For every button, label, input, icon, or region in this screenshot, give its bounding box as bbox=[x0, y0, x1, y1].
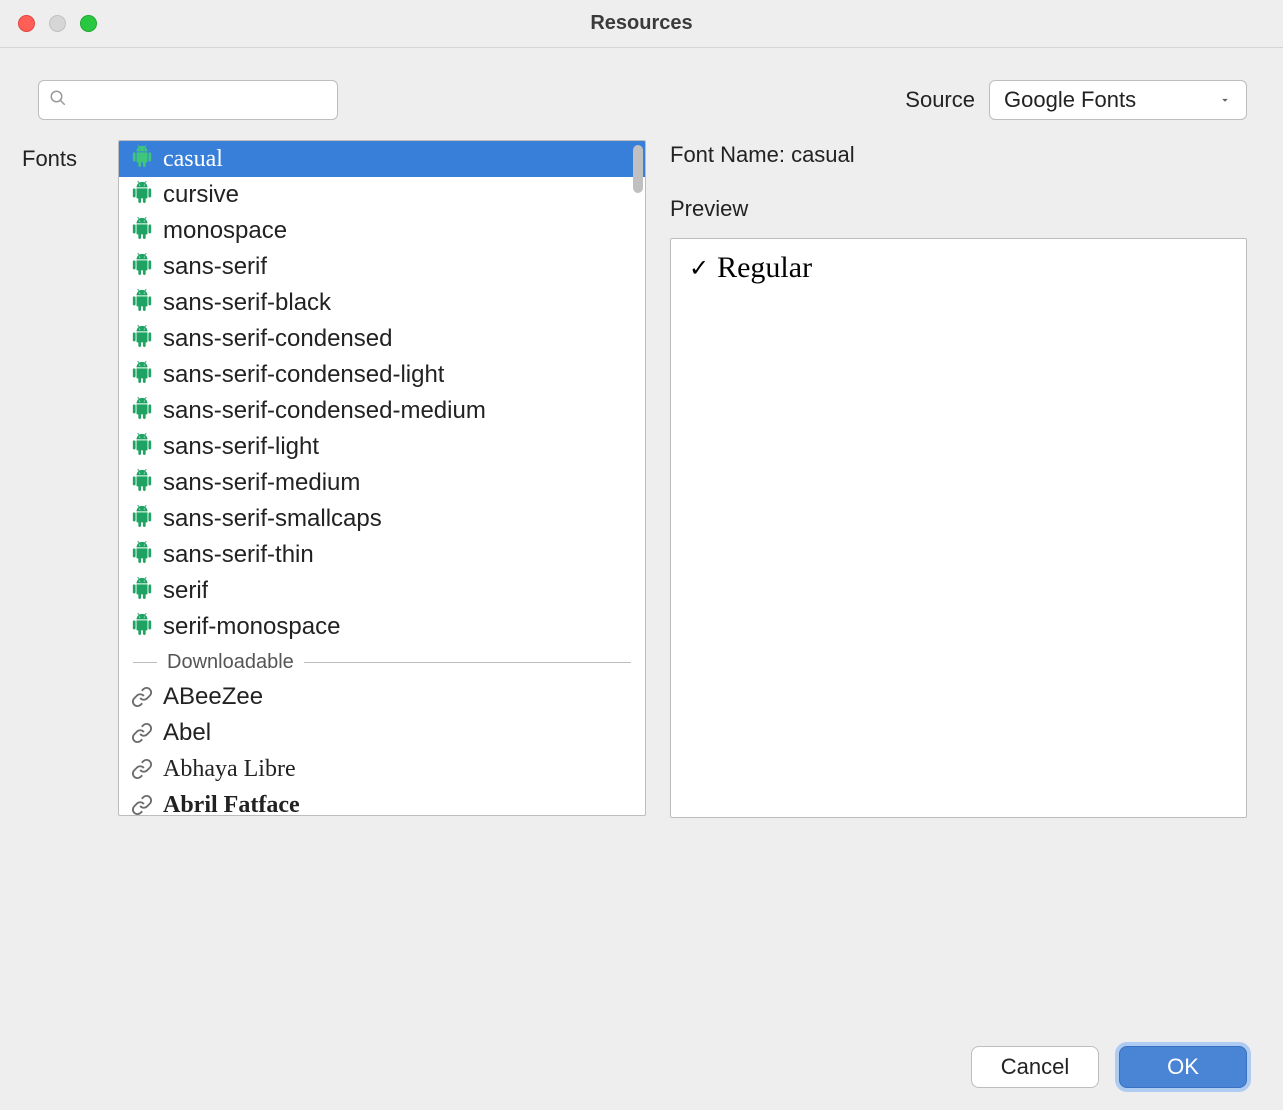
fonts-label: Fonts bbox=[22, 140, 100, 818]
font-item-label: sans-serif-condensed-light bbox=[163, 361, 444, 389]
check-icon: ✓ bbox=[689, 254, 709, 283]
downloadable-label: Downloadable bbox=[167, 651, 294, 674]
font-item[interactable]: cursive bbox=[119, 177, 645, 213]
font-item-label: serif-monospace bbox=[163, 613, 340, 641]
android-icon bbox=[131, 289, 153, 318]
font-item-label: Abel bbox=[163, 719, 211, 747]
search-input-wrap[interactable] bbox=[38, 80, 338, 120]
font-item[interactable]: Abhaya Libre bbox=[119, 751, 645, 787]
font-item[interactable]: Abril Fatface bbox=[119, 787, 645, 815]
font-item-label: cursive bbox=[163, 181, 239, 209]
font-item[interactable]: serif bbox=[119, 573, 645, 609]
chevron-down-icon bbox=[1218, 87, 1232, 113]
android-icon bbox=[131, 469, 153, 498]
android-icon bbox=[131, 613, 153, 642]
font-item-label: ABeeZee bbox=[163, 683, 263, 711]
traffic-lights bbox=[18, 15, 97, 32]
android-icon bbox=[131, 433, 153, 462]
font-item[interactable]: sans-serif-condensed-light bbox=[119, 357, 645, 393]
font-item-label: sans-serif-black bbox=[163, 289, 331, 317]
font-item[interactable]: sans-serif-condensed bbox=[119, 321, 645, 357]
font-item[interactable]: sans-serif bbox=[119, 249, 645, 285]
font-item[interactable]: sans-serif-condensed-medium bbox=[119, 393, 645, 429]
font-item[interactable]: sans-serif-medium bbox=[119, 465, 645, 501]
font-name-row: Font Name: casual bbox=[670, 142, 1247, 168]
preview-variant-row[interactable]: ✓ Regular bbox=[689, 251, 1228, 285]
titlebar: Resources bbox=[0, 0, 1283, 48]
source-dropdown-value: Google Fonts bbox=[1004, 87, 1136, 113]
preview-variant-label: Regular bbox=[717, 251, 812, 285]
font-item-label: sans-serif-condensed bbox=[163, 325, 392, 353]
font-item-label: casual bbox=[163, 146, 223, 173]
search-icon bbox=[49, 89, 67, 112]
ok-button[interactable]: OK bbox=[1119, 1046, 1247, 1088]
source-dropdown[interactable]: Google Fonts bbox=[989, 80, 1247, 120]
font-item-label: sans-serif-light bbox=[163, 433, 319, 461]
font-item-label: sans-serif-smallcaps bbox=[163, 505, 382, 533]
window-title: Resources bbox=[0, 12, 1283, 35]
android-icon bbox=[131, 145, 153, 174]
scrollbar-thumb[interactable] bbox=[633, 145, 643, 193]
font-item-label: sans-serif-condensed-medium bbox=[163, 397, 486, 425]
font-item[interactable]: sans-serif-smallcaps bbox=[119, 501, 645, 537]
link-icon bbox=[131, 686, 153, 708]
link-icon bbox=[131, 758, 153, 780]
minimize-window-button[interactable] bbox=[49, 15, 66, 32]
preview-label: Preview bbox=[670, 196, 1247, 222]
android-icon bbox=[131, 325, 153, 354]
preview-box: ✓ Regular bbox=[670, 238, 1247, 818]
font-item[interactable]: casual bbox=[119, 141, 645, 177]
close-window-button[interactable] bbox=[18, 15, 35, 32]
maximize-window-button[interactable] bbox=[80, 15, 97, 32]
android-icon bbox=[131, 217, 153, 246]
font-item-label: Abril Fatface bbox=[163, 792, 300, 816]
font-item-label: monospace bbox=[163, 217, 287, 245]
font-item[interactable]: serif-monospace bbox=[119, 609, 645, 645]
font-item[interactable]: sans-serif-light bbox=[119, 429, 645, 465]
font-item[interactable]: ABeeZee bbox=[119, 679, 645, 715]
font-item[interactable]: monospace bbox=[119, 213, 645, 249]
android-icon bbox=[131, 181, 153, 210]
font-list[interactable]: casual cursive monospace sans-serif sans-ser… bbox=[118, 140, 646, 816]
android-icon bbox=[131, 505, 153, 534]
font-name-label: Font Name: bbox=[670, 142, 785, 167]
link-icon bbox=[131, 794, 153, 815]
font-item-label: sans-serif-thin bbox=[163, 541, 314, 569]
search-input[interactable] bbox=[73, 90, 327, 111]
font-name-value: casual bbox=[791, 142, 855, 167]
font-item-label: sans-serif-medium bbox=[163, 469, 360, 497]
font-item-label: sans-serif bbox=[163, 253, 267, 281]
android-icon bbox=[131, 397, 153, 426]
link-icon bbox=[131, 722, 153, 744]
font-item[interactable]: sans-serif-black bbox=[119, 285, 645, 321]
source-label: Source bbox=[905, 87, 975, 113]
font-item-label: serif bbox=[163, 577, 208, 605]
cancel-button[interactable]: Cancel bbox=[971, 1046, 1099, 1088]
android-icon bbox=[131, 577, 153, 606]
downloadable-divider: Downloadable bbox=[119, 645, 645, 679]
font-item-label: Abhaya Libre bbox=[163, 756, 296, 783]
font-item[interactable]: sans-serif-thin bbox=[119, 537, 645, 573]
font-item[interactable]: Abel bbox=[119, 715, 645, 751]
android-icon bbox=[131, 253, 153, 282]
android-icon bbox=[131, 541, 153, 570]
android-icon bbox=[131, 361, 153, 390]
